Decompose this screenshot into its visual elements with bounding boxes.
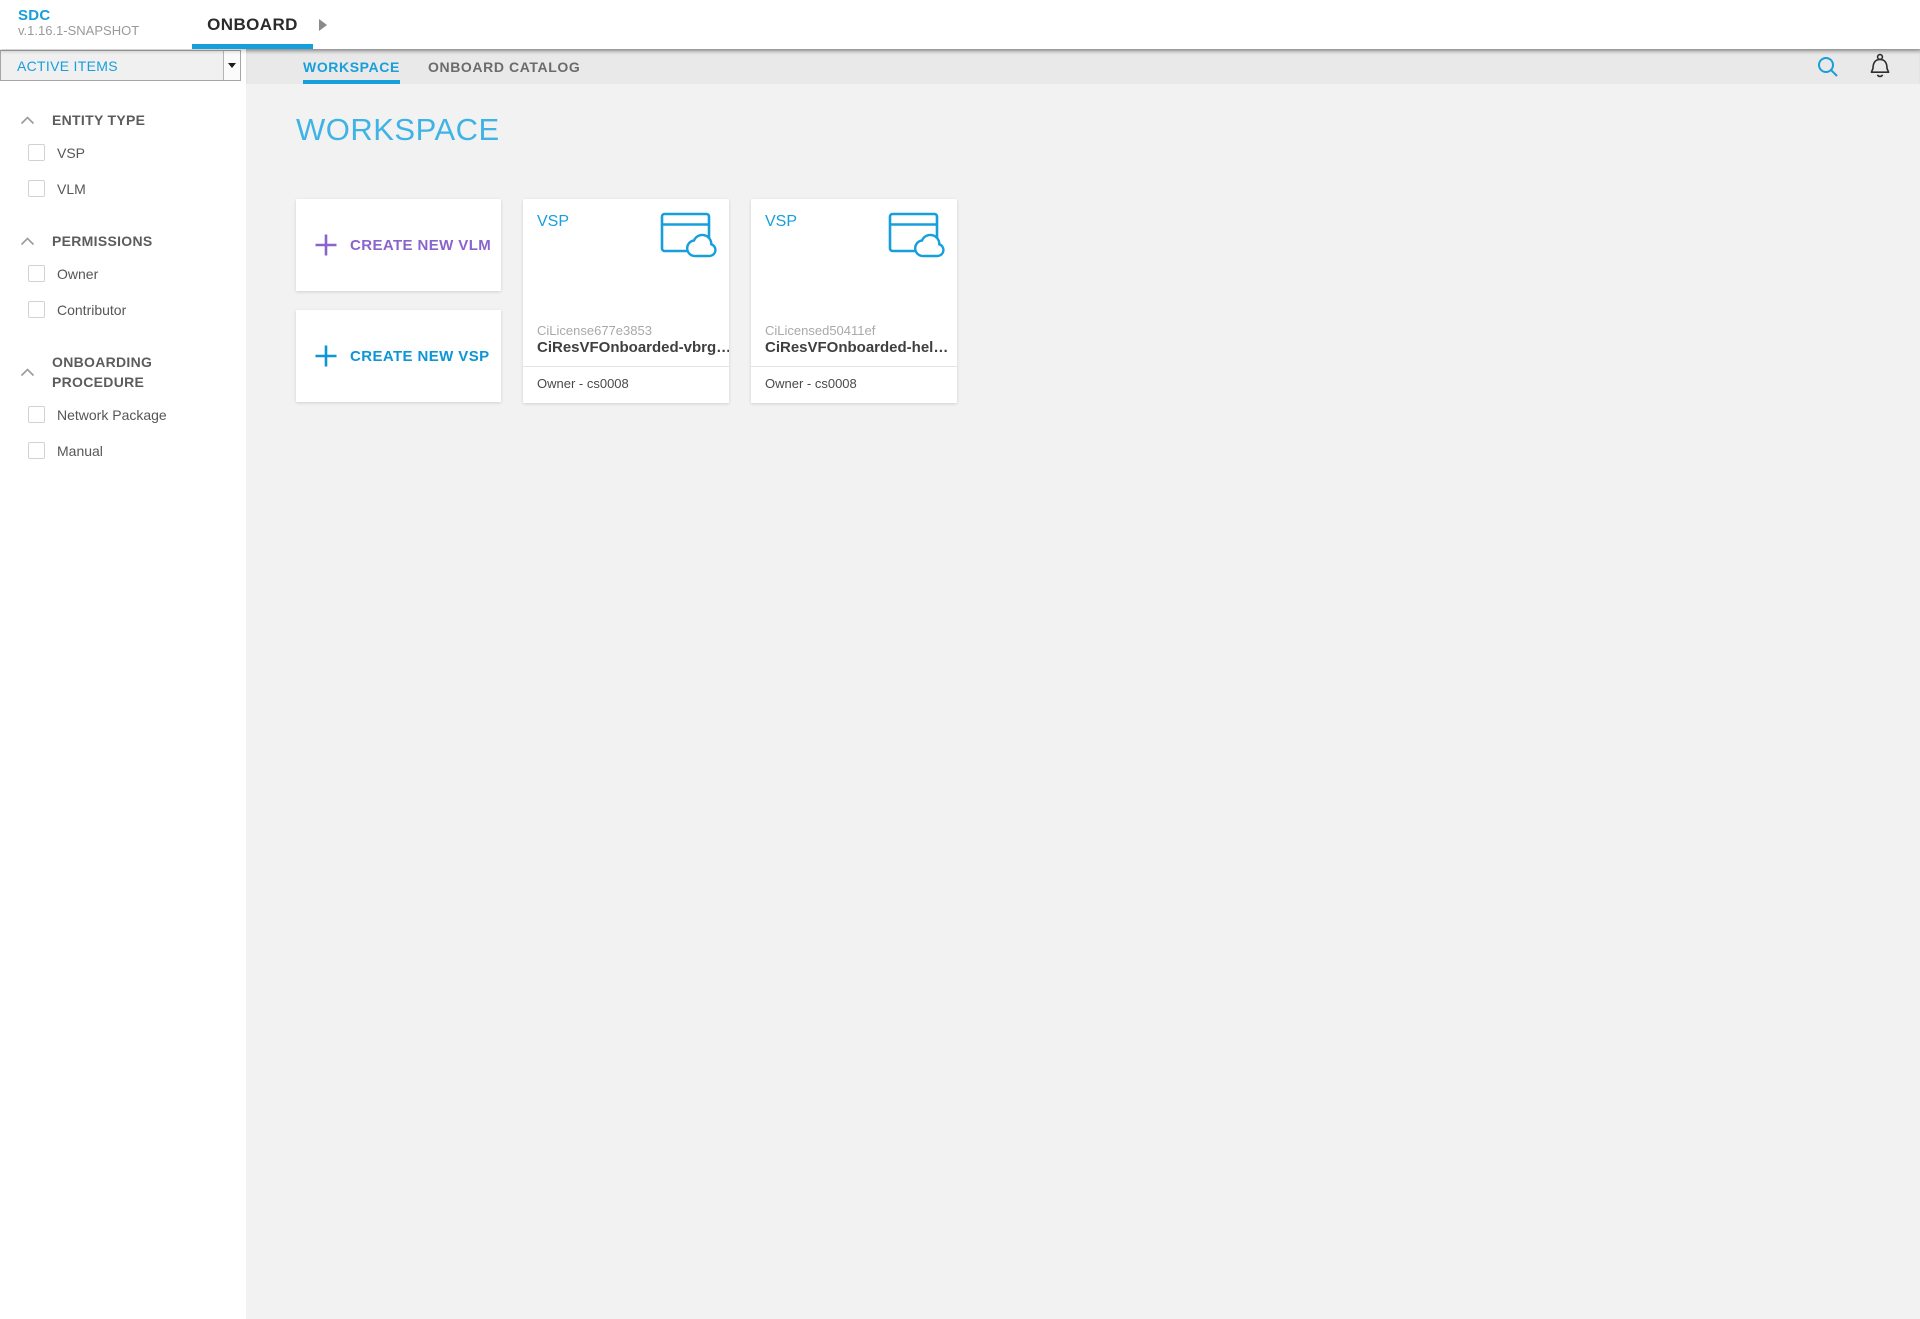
- chevron-up-icon: [20, 237, 35, 246]
- filter-option-vlm: VLM: [0, 180, 246, 197]
- app-version: v.1.16.1-SNAPSHOT: [18, 24, 139, 39]
- create-new-vsp-button[interactable]: CREATE NEW VSP: [296, 310, 501, 402]
- section-title: PERMISSIONS: [52, 231, 153, 251]
- workspace-main: WORKSPACE CREATE NEW VLM CREATE NEW VSP …: [246, 84, 1920, 1319]
- chevron-up-icon: [20, 368, 35, 377]
- filter-sidebar: ENTITY TYPE VSP VLM PERMISSIONS Owner Co…: [0, 84, 246, 1319]
- card-entity-type: VSP: [765, 213, 797, 323]
- filter-option-network-package: Network Package: [0, 406, 246, 423]
- onboarding-procedure-section-header[interactable]: ONBOARDING PROCEDURE: [0, 352, 246, 392]
- filter-option-owner: Owner: [0, 265, 246, 282]
- vlm-checkbox[interactable]: [28, 180, 45, 197]
- card-license-name: CiLicense677e3853: [523, 323, 729, 338]
- tab-workspace[interactable]: WORKSPACE: [303, 49, 400, 84]
- filter-option-contributor: Contributor: [0, 301, 246, 318]
- card-name: CiResVFOnboarded-hel…: [751, 338, 957, 366]
- create-new-vsp-label: CREATE NEW VSP: [350, 348, 490, 365]
- create-new-vlm-label: CREATE NEW VLM: [350, 237, 491, 254]
- select-arrow-box[interactable]: [223, 51, 240, 80]
- vsp-checkbox-label: VSP: [57, 145, 85, 161]
- search-icon[interactable]: [1816, 55, 1840, 79]
- vsp-checkbox[interactable]: [28, 144, 45, 161]
- filter-section-onboarding-procedure: ONBOARDING PROCEDURE Network Package Man…: [0, 352, 246, 459]
- filter-option-manual: Manual: [0, 442, 246, 459]
- app-name: SDC: [18, 7, 139, 24]
- active-items-select-value: ACTIVE ITEMS: [1, 58, 223, 74]
- entity-type-section-header[interactable]: ENTITY TYPE: [0, 110, 246, 130]
- vsp-cloud-icon: [888, 211, 945, 323]
- filter-section-entity-type: ENTITY TYPE VSP VLM: [0, 110, 246, 197]
- plus-icon: [314, 344, 338, 368]
- active-items-select[interactable]: ACTIVE ITEMS: [0, 50, 241, 81]
- page-title: WORKSPACE: [296, 112, 500, 148]
- section-title: ENTITY TYPE: [52, 110, 145, 130]
- workspace-toolbar: WORKSPACE ONBOARD CATALOG: [246, 49, 1920, 84]
- contributor-checkbox[interactable]: [28, 301, 45, 318]
- plus-icon: [314, 233, 338, 257]
- owner-checkbox-label: Owner: [57, 266, 98, 282]
- notification-bell-icon[interactable]: [1868, 53, 1892, 80]
- nav-tab-active-underline: [192, 44, 313, 49]
- vsp-card[interactable]: VSP CiLicensed50411ef CiResVFOnboarded-h…: [751, 199, 957, 403]
- network-package-checkbox[interactable]: [28, 406, 45, 423]
- manual-checkbox[interactable]: [28, 442, 45, 459]
- app-logo: SDC v.1.16.1-SNAPSHOT: [18, 7, 139, 39]
- nav-tab-onboard[interactable]: ONBOARD: [192, 0, 313, 49]
- card-name: CiResVFOnboarded-vbrg…: [523, 338, 729, 366]
- card-entity-type: VSP: [537, 213, 569, 323]
- nav-scroll-right-icon[interactable]: [319, 19, 327, 31]
- filter-section-permissions: PERMISSIONS Owner Contributor: [0, 231, 246, 318]
- vsp-cloud-icon: [660, 211, 717, 323]
- manual-checkbox-label: Manual: [57, 443, 103, 459]
- card-owner: Owner - cs0008: [751, 366, 957, 403]
- section-title: ONBOARDING PROCEDURE: [52, 352, 187, 392]
- card-owner: Owner - cs0008: [523, 366, 729, 403]
- vlm-checkbox-label: VLM: [57, 181, 86, 197]
- filter-option-vsp: VSP: [0, 144, 246, 161]
- create-new-vlm-button[interactable]: CREATE NEW VLM: [296, 199, 501, 291]
- vsp-card[interactable]: VSP CiLicense677e3853 CiResVFOnboarded-v…: [523, 199, 729, 403]
- permissions-section-header[interactable]: PERMISSIONS: [0, 231, 246, 251]
- contributor-checkbox-label: Contributor: [57, 302, 126, 318]
- sidebar-top-strip: ACTIVE ITEMS: [0, 49, 246, 84]
- app-header: SDC v.1.16.1-SNAPSHOT ONBOARD: [0, 0, 1920, 49]
- tab-onboard-catalog[interactable]: ONBOARD CATALOG: [428, 49, 580, 84]
- card-license-name: CiLicensed50411ef: [751, 323, 957, 338]
- tab-workspace-label: WORKSPACE: [303, 59, 400, 75]
- chevron-down-icon: [228, 63, 236, 68]
- owner-checkbox[interactable]: [28, 265, 45, 282]
- chevron-up-icon: [20, 116, 35, 125]
- network-package-checkbox-label: Network Package: [57, 407, 167, 423]
- tab-onboard-catalog-label: ONBOARD CATALOG: [428, 59, 580, 75]
